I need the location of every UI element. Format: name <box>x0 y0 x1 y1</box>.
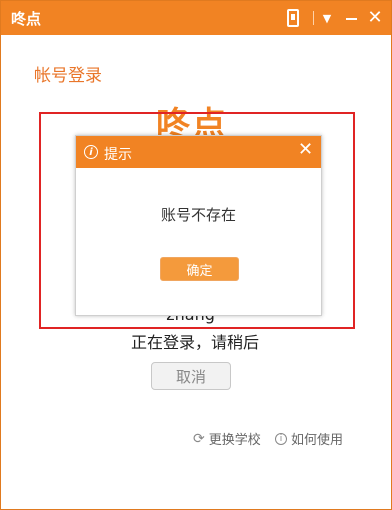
switch-school-label: 更换学校 <box>208 433 261 448</box>
ok-button[interactable]: 确定 <box>160 257 239 281</box>
alert-dialog: i 提示 ✕ 账号不存在 确定 <box>75 135 322 316</box>
info-icon: i <box>84 145 98 159</box>
dialog-close-icon[interactable]: ✕ <box>298 141 313 159</box>
how-to-use-label: 如何使用 <box>291 433 344 448</box>
page-title: 帐号登录 <box>34 66 102 86</box>
minimize-icon[interactable] <box>341 7 361 29</box>
dialog-message: 账号不存在 <box>160 206 236 224</box>
dialog-header: i 提示 ✕ <box>76 136 321 168</box>
app-title: 咚点 <box>11 10 42 28</box>
login-window: 咚点 ▼ ✕ 帐号登录 咚点 zhang 正在登录，请稍后 取消 ⟳ 更换学校 … <box>0 0 392 510</box>
info-icon: i <box>275 432 287 445</box>
login-status: 正在登录，请稍后 <box>131 333 260 352</box>
titlebar-separator <box>313 11 314 25</box>
cancel-button[interactable]: 取消 <box>151 362 231 390</box>
how-to-use-link[interactable]: i 如何使用 <box>275 429 343 448</box>
refresh-icon: ⟳ <box>193 430 205 447</box>
dialog-title: 提示 <box>104 147 132 163</box>
close-icon[interactable]: ✕ <box>365 7 385 29</box>
switch-school-link[interactable]: ⟳ 更换学校 <box>193 429 261 449</box>
title-bar: 咚点 ▼ ✕ <box>1 1 391 35</box>
dropdown-icon[interactable]: ▼ <box>317 7 337 29</box>
phone-icon[interactable] <box>283 7 303 29</box>
